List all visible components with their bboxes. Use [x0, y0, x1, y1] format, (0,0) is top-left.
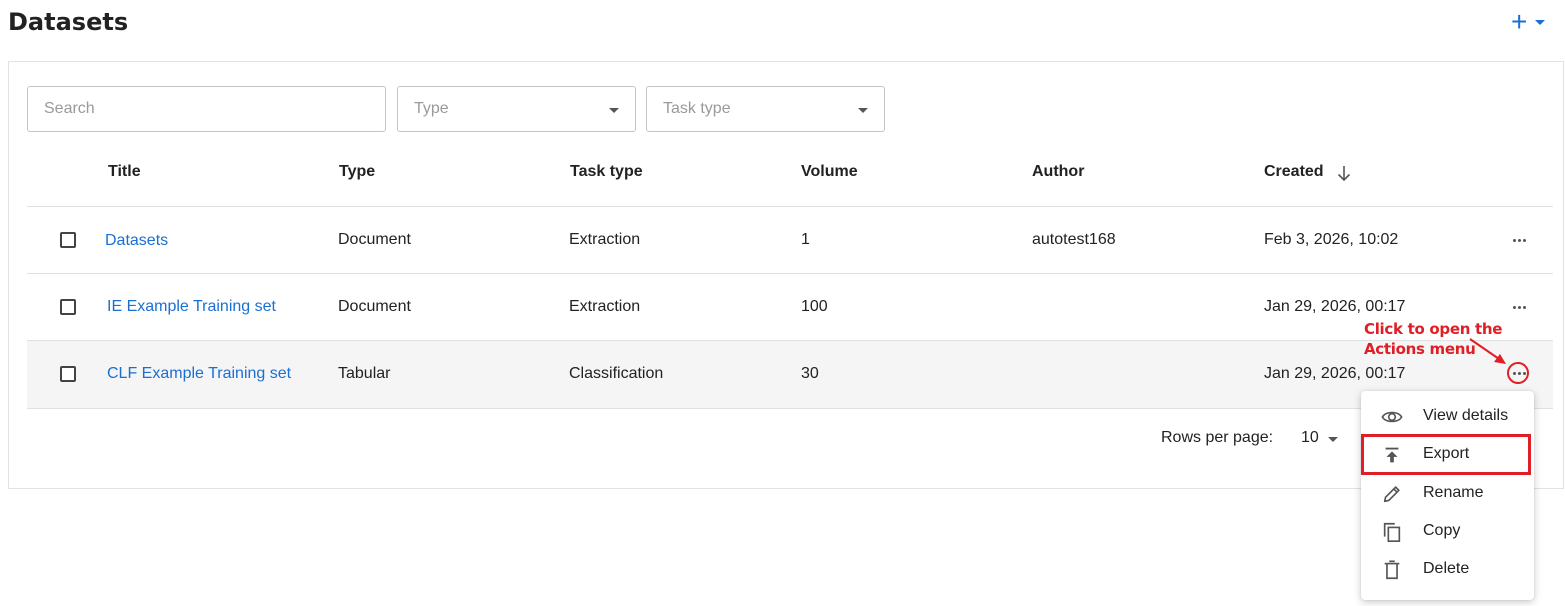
column-header-title[interactable]: Title: [108, 163, 141, 181]
dataset-title-link[interactable]: IE Example Training set: [107, 298, 276, 316]
task-type-select-placeholder: Task type: [663, 100, 731, 117]
annotation-line-1: Click to open the: [1364, 320, 1503, 338]
rows-per-page-select[interactable]: 10: [1301, 429, 1319, 447]
row-divider: [27, 408, 1553, 409]
dataset-created: Jan 29, 2026, 00:17: [1264, 298, 1406, 315]
menu-item-copy[interactable]: Copy: [1361, 513, 1534, 551]
sort-descending-icon[interactable]: [1336, 163, 1352, 183]
row-checkbox[interactable]: [60, 366, 76, 382]
caret-down-icon: [858, 108, 868, 113]
more-actions-icon[interactable]: [1508, 301, 1530, 313]
dataset-task-type: Extraction: [569, 298, 641, 315]
pencil-icon: [1383, 486, 1400, 503]
row-divider: [27, 273, 1553, 274]
search-input[interactable]: [28, 87, 385, 131]
add-dataset-button[interactable]: +: [1511, 8, 1557, 36]
dataset-task-type: Classification: [569, 365, 664, 382]
rows-per-page-label: Rows per page:: [1161, 429, 1274, 446]
task-type-select[interactable]: Task type: [646, 86, 885, 132]
column-header-created[interactable]: Created: [1264, 163, 1324, 181]
dataset-volume: 1: [801, 231, 810, 248]
dataset-type: Document: [338, 298, 411, 315]
copy-icon: [1383, 522, 1401, 542]
caret-down-icon: [609, 108, 619, 113]
menu-item-rename[interactable]: Rename: [1361, 475, 1534, 513]
annotation-highlight-ring: [1507, 362, 1529, 384]
eye-icon: [1381, 411, 1403, 423]
dataset-author: autotest168: [1032, 231, 1116, 248]
column-header-author[interactable]: Author: [1032, 163, 1084, 181]
caret-down-icon: [1535, 19, 1546, 25]
dataset-title-link[interactable]: Datasets: [105, 232, 168, 250]
caret-down-icon[interactable]: [1328, 437, 1338, 442]
column-header-task-type[interactable]: Task type: [570, 163, 643, 181]
dataset-title-link[interactable]: CLF Example Training set: [107, 365, 291, 383]
type-select[interactable]: Type: [397, 86, 636, 132]
menu-item-label: View details: [1423, 407, 1509, 424]
dataset-volume: 30: [801, 365, 819, 382]
trash-icon: [1384, 560, 1400, 580]
row-checkbox[interactable]: [60, 299, 76, 315]
menu-item-label: Delete: [1423, 560, 1470, 577]
actions-menu: View details Export Rename Copy Delete: [1361, 391, 1534, 600]
dataset-volume: 100: [801, 298, 828, 315]
header-divider: [27, 206, 1553, 207]
plus-icon: +: [1511, 6, 1528, 37]
annotation-arrow-icon: [1469, 338, 1506, 364]
dataset-type: Document: [338, 231, 411, 248]
search-field[interactable]: [27, 86, 386, 132]
row-divider: [27, 340, 1553, 341]
row-checkbox[interactable]: [60, 232, 76, 248]
annotation-highlight-box: [1361, 434, 1531, 475]
type-select-placeholder: Type: [414, 100, 449, 117]
column-header-type[interactable]: Type: [339, 163, 375, 181]
menu-item-delete[interactable]: Delete: [1361, 551, 1534, 589]
page-title: Datasets: [8, 8, 129, 36]
dataset-created: Feb 3, 2026, 10:02: [1264, 231, 1399, 248]
menu-item-view-details[interactable]: View details: [1361, 398, 1534, 436]
more-actions-icon[interactable]: [1508, 234, 1530, 246]
dataset-task-type: Extraction: [569, 231, 641, 248]
dataset-created: Jan 29, 2026, 00:17: [1264, 365, 1406, 382]
menu-item-label: Rename: [1423, 484, 1484, 501]
dataset-type: Tabular: [338, 365, 391, 382]
column-header-volume[interactable]: Volume: [801, 163, 858, 181]
menu-item-label: Copy: [1423, 522, 1461, 539]
